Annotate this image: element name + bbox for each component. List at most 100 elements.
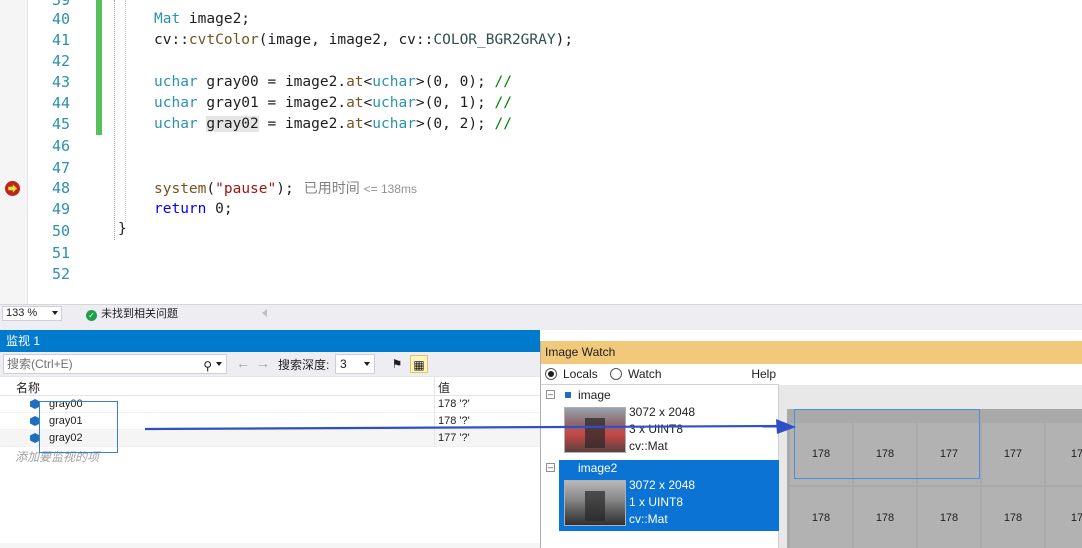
pixel-cell[interactable]: 17 — [1046, 487, 1082, 548]
collapse-icon[interactable]: – — [546, 390, 555, 399]
code-text[interactable]: uchar gray01 = image2.at<uchar>(0, 1); /… — [154, 93, 512, 114]
issues-indicator[interactable]: ✓ 未找到相关问题 — [86, 306, 178, 322]
image-bullet-icon — [565, 392, 571, 398]
line-number: 47 — [51, 159, 70, 177]
column-header-name[interactable]: 名称 — [16, 379, 40, 396]
pixel-cell[interactable]: 178 — [982, 487, 1044, 548]
chevron-down-icon — [364, 362, 370, 366]
code-text[interactable]: system("pause"); 已用时间 <= 138ms — [154, 178, 417, 200]
code-line-41[interactable]: 41 cv::cvtColor(image, image2, cv::COLOR… — [0, 30, 1082, 51]
image-watch-title[interactable]: Image Watch — [541, 341, 1082, 364]
code-line-48[interactable]: 48 system("pause"); 已用时间 <= 138ms — [0, 178, 1082, 199]
code-line-44[interactable]: 44 uchar gray01 = image2.at<uchar>(0, 1)… — [0, 93, 1082, 114]
code-text[interactable]: return 0; — [154, 199, 233, 220]
image-format: 1 x UINT8 — [629, 495, 684, 509]
code-line-46[interactable]: 46 — [0, 136, 1082, 157]
hex-display-icon[interactable]: ▦ — [410, 355, 428, 373]
panel-splitter[interactable] — [0, 322, 1082, 330]
closing-brace: } — [118, 221, 127, 237]
image-thumbnail[interactable] — [564, 407, 626, 453]
line-number: 46 — [51, 137, 70, 155]
code-line-51[interactable]: 51 — [0, 243, 1082, 264]
search-depth-label: 搜索深度: — [278, 358, 330, 372]
image-meta: 3072 x 2048 3 x UINT8 cv::Mat — [629, 404, 695, 455]
line-number: 45 — [51, 115, 70, 133]
image-meta: 3072 x 2048 1 x UINT8 cv::Mat — [629, 477, 695, 528]
column-separator — [434, 396, 435, 413]
radio-locals[interactable] — [545, 368, 557, 380]
back-arrow-icon[interactable]: ← — [236, 355, 250, 371]
image-name[interactable]: image — [578, 388, 611, 402]
watch-empty-area — [0, 464, 540, 543]
pixel-cell[interactable]: 177 — [982, 423, 1044, 485]
code-line-49[interactable]: 49 return 0; — [0, 199, 1082, 220]
watch-toolbar: 搜索(Ctrl+E) ⚲ ← → 搜索深度: 3 ⚑ ▦ — [0, 352, 540, 376]
zoom-value: 133 % — [6, 307, 38, 319]
thumbnail-door — [585, 418, 605, 448]
zoom-selector[interactable]: 133 % — [2, 306, 62, 321]
watch-value[interactable]: 178 '?' — [438, 398, 470, 410]
search-depth-select[interactable]: 3 — [335, 354, 375, 374]
line-number: 42 — [51, 52, 70, 70]
forward-arrow-icon[interactable]: → — [256, 355, 270, 371]
pixel-cell[interactable]: 178 — [918, 487, 980, 548]
code-text[interactable]: uchar gray02 = image2.at<uchar>(0, 2); /… — [154, 114, 512, 135]
code-line-45[interactable]: 45 uchar gray02 = image2.at<uchar>(0, 2)… — [0, 114, 1082, 135]
image-type: cv::Mat — [629, 439, 668, 453]
help-link[interactable]: Help — [751, 367, 776, 381]
line-number: 44 — [51, 94, 70, 112]
watch-value[interactable]: 178 '?' — [438, 415, 470, 427]
watch-value[interactable]: 177 '?' — [438, 432, 470, 444]
tab-locals[interactable]: Locals — [563, 367, 598, 381]
collapse-icon[interactable]: – — [546, 463, 555, 472]
search-icon[interactable]: ⚲ — [203, 357, 212, 375]
line-number: 41 — [51, 31, 70, 49]
column-header-value[interactable]: 值 — [438, 379, 450, 396]
change-indicator — [96, 30, 102, 51]
line-number: 49 — [51, 200, 70, 218]
pixel-cell[interactable]: 178 — [854, 487, 916, 548]
image-name[interactable]: image2 — [578, 461, 617, 475]
check-circle-icon: ✓ — [86, 310, 97, 321]
code-text[interactable]: cv::cvtColor(image, image2, cv::COLOR_BG… — [154, 30, 573, 51]
line-number: 52 — [51, 265, 70, 283]
image-thumbnail[interactable] — [564, 480, 626, 526]
code-text[interactable]: Mat image2; — [154, 9, 250, 30]
line-number: 51 — [51, 244, 70, 262]
change-indicator — [96, 93, 102, 114]
image-canvas[interactable]: 178 178 177 177 17 178 178 178 178 17 — [779, 385, 1082, 548]
image-watch-tabs: Locals Watch Help — [541, 364, 779, 385]
watch-grid-header: 名称 值 — [0, 376, 540, 397]
radio-watch[interactable] — [610, 368, 622, 380]
code-line-42[interactable]: 42 — [0, 51, 1082, 72]
scroll-left-icon[interactable] — [262, 309, 267, 317]
change-indicator — [96, 9, 102, 30]
search-input[interactable]: 搜索(Ctrl+E) ⚲ — [3, 354, 227, 374]
code-line-47[interactable]: 47 — [0, 158, 1082, 179]
code-text[interactable]: uchar gray00 = image2.at<uchar>(0, 0); /… — [154, 72, 512, 93]
chevron-down-icon[interactable] — [216, 362, 222, 366]
tab-watch[interactable]: Watch — [628, 367, 662, 381]
perf-tip[interactable]: 已用时间 <= 138ms — [304, 180, 417, 196]
code-editor[interactable]: 39 40 Mat image2; 41 cv::cvtColor(image,… — [0, 0, 1082, 304]
column-separator[interactable] — [434, 377, 435, 397]
editor-status-bar: 133 % ✓ 未找到相关问题 — [0, 304, 1082, 322]
code-line-52[interactable]: 52 — [0, 264, 1082, 285]
pixel-selection-box — [794, 409, 980, 479]
image-format: 3 x UINT8 — [629, 422, 684, 436]
pin-icon[interactable]: ⚑ — [388, 355, 406, 373]
line-number: 50 — [51, 222, 70, 240]
code-line-50[interactable]: 50 — [0, 221, 1082, 242]
chevron-down-icon — [52, 311, 58, 315]
search-depth-value: 3 — [340, 357, 347, 371]
change-indicator — [96, 114, 102, 135]
watch-panel-title[interactable]: 监视 1 — [0, 330, 540, 352]
image-size: 3072 x 2048 — [629, 478, 696, 492]
pixel-cell[interactable]: 178 — [790, 487, 852, 548]
code-line-40[interactable]: 40 Mat image2; — [0, 9, 1082, 30]
line-number: 43 — [51, 73, 70, 91]
line-number: 40 — [51, 10, 70, 28]
image-type: cv::Mat — [629, 512, 668, 526]
code-line-43[interactable]: 43 uchar gray00 = image2.at<uchar>(0, 0)… — [0, 72, 1082, 93]
pixel-cell[interactable]: 17 — [1046, 423, 1082, 485]
